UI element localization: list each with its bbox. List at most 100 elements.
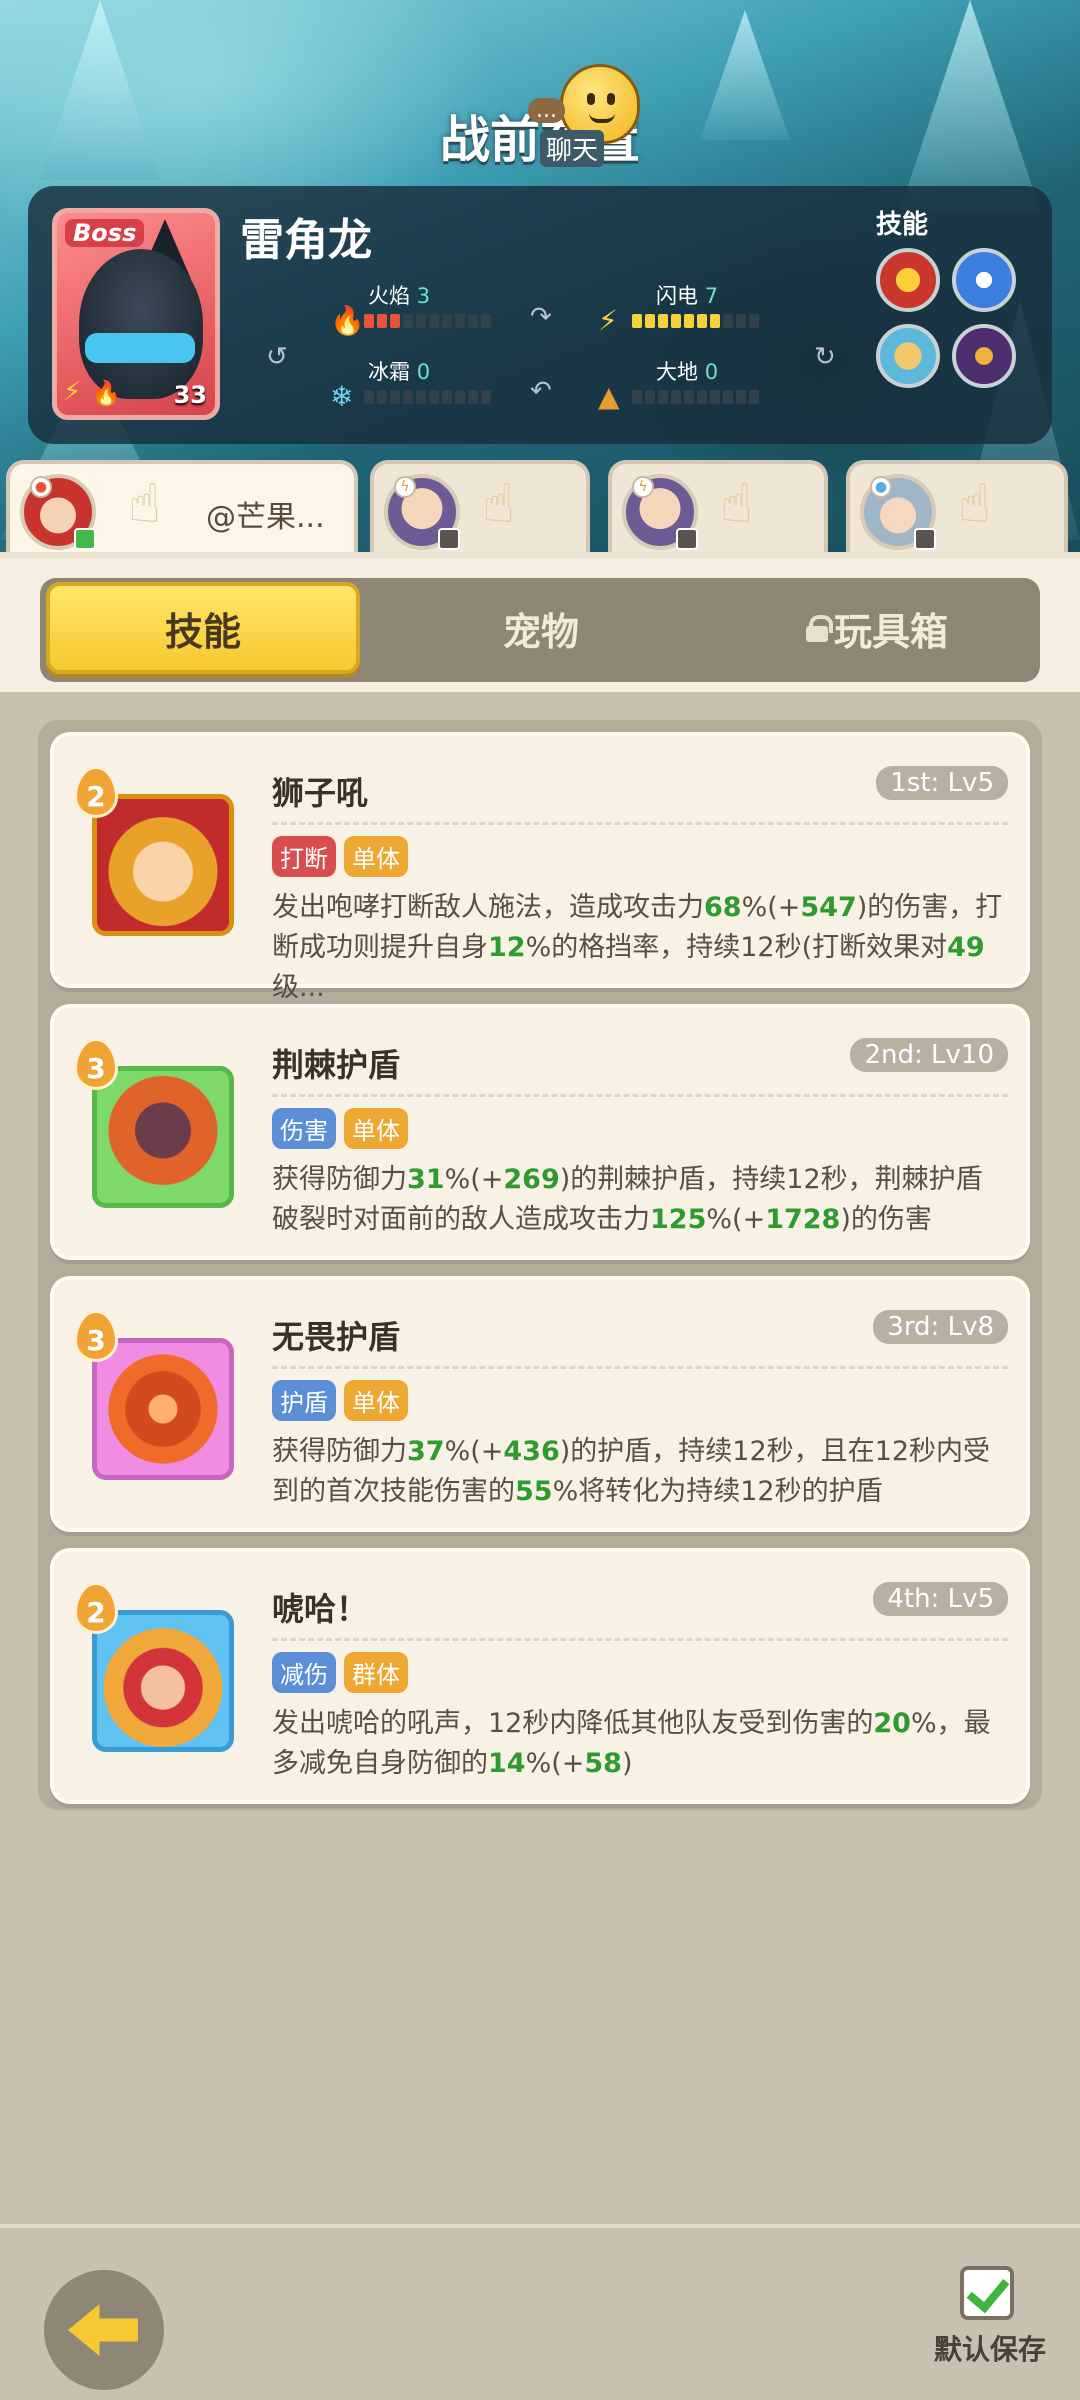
tab-pets[interactable]: 宠物: [384, 582, 698, 674]
back-button[interactable]: [44, 2270, 164, 2390]
skill-card[interactable]: 3 荆棘护盾 2nd: Lv10 伤害 单体 获得防御力31%(+269)的荆棘…: [50, 1004, 1030, 1260]
skill-text: %的格挡率，持续12秒(打断效果对: [525, 932, 948, 963]
boss-skill-shield-icon[interactable]: [876, 324, 940, 388]
stat-bar-segment: [723, 314, 733, 328]
stat-fire: 火焰 3 🔥: [330, 280, 530, 340]
stat-bar-segment: [416, 390, 426, 404]
skill-value-highlight: 49: [947, 932, 985, 963]
hero-detail-panel: 技能 宠物 玩具箱 2 狮子吼 1st: Lv5 打断 单体 发出咆哮打断敌人施…: [0, 552, 1080, 2224]
skill-text: %(+: [741, 892, 801, 923]
hero-tab-3[interactable]: ϟ ☝: [608, 460, 828, 554]
stat-bar-segment: [671, 390, 681, 404]
stat-bar-segment: [364, 314, 374, 328]
stat-lightning-bar: [632, 314, 759, 328]
lightning-icon: ⚡: [63, 377, 82, 407]
hero-tab-1[interactable]: ● ☝ @芒果...: [6, 460, 358, 554]
pointing-hand-icon: ☝: [958, 472, 991, 535]
boss-badge: Boss: [65, 219, 145, 247]
skill-text: %将转化为持续12秒的护盾: [552, 1476, 883, 1507]
skill-value-highlight: 547: [800, 892, 857, 923]
stat-bar-segment: [442, 314, 452, 328]
skill-card[interactable]: 2 狮子吼 1st: Lv5 打断 单体 发出咆哮打断敌人施法，造成攻击力68%…: [50, 732, 1030, 1003]
skill-text: %(+: [444, 1436, 504, 1467]
stat-bar-segment: [429, 314, 439, 328]
skill-value-highlight: 1728: [765, 1204, 841, 1235]
tab-toybox[interactable]: 玩具箱: [720, 582, 1034, 674]
stat-bar-segment: [749, 390, 759, 404]
skill-description: 发出唬哈的吼声，12秒内降低其他队友受到伤害的20%，最多减免自身防御的14%(…: [272, 1704, 1008, 1784]
skill-text: ): [621, 1748, 633, 1779]
stat-lightning: 闪电 7 ⚡: [598, 280, 798, 340]
skill-value-highlight: 14: [488, 1748, 526, 1779]
boss-skill-dark-icon[interactable]: [952, 324, 1016, 388]
stat-bar-segment: [468, 314, 478, 328]
stat-bar-segment: [710, 390, 720, 404]
stat-lightning-value: 7: [704, 284, 719, 308]
skill-value-highlight: 37: [407, 1436, 445, 1467]
hero-status-badge: [676, 528, 698, 550]
stat-bar-segment: [390, 390, 400, 404]
hero-status-badge: [74, 528, 96, 550]
skill-name: 荆棘护盾: [272, 1046, 401, 1084]
fire-element-icon: ●: [30, 476, 52, 498]
skill-description: 获得防御力31%(+269)的荆棘护盾，持续12秒，荆棘护盾破裂时对面前的敌人造…: [272, 1160, 1008, 1240]
stat-bar-segment: [390, 314, 400, 328]
skill-text: 获得防御力: [272, 1164, 407, 1195]
skill-text: 发出唬哈的吼声，12秒内降低其他队友受到伤害的: [272, 1708, 874, 1739]
skill-card[interactable]: 3 无畏护盾 3rd: Lv8 护盾 单体 获得防御力37%(+436)的护盾，…: [50, 1276, 1030, 1532]
skill-level-badge: 2: [74, 1582, 118, 1634]
tab-toybox-label: 玩具箱: [833, 609, 948, 654]
lock-icon: [805, 615, 833, 642]
chat-button-label[interactable]: 聊天: [540, 130, 605, 167]
skill-text: 获得防御力: [272, 1436, 407, 1467]
stat-earth: 大地 0 ▲: [598, 356, 798, 416]
mountain-icon: ▲: [598, 380, 620, 413]
fire-icon: 🔥: [330, 304, 365, 337]
bottom-bar: 默认保存: [0, 2224, 1080, 2400]
stat-bar-segment: [364, 390, 374, 404]
boss-skill-lightning-icon[interactable]: [952, 248, 1016, 312]
stat-bar-segment: [632, 314, 642, 328]
lightning-icon: ⚡: [598, 304, 618, 337]
stat-lightning-label: 闪电: [656, 284, 698, 308]
stat-bar-segment: [645, 314, 655, 328]
skill-value-highlight: 125: [650, 1204, 707, 1235]
skill-tag: 伤害: [272, 1108, 336, 1149]
stat-bar-segment: [684, 314, 694, 328]
skill-description: 获得防御力37%(+436)的护盾，持续12秒，且在12秒内受到的首次技能伤害的…: [272, 1432, 1008, 1512]
default-save-label: 默认保存: [934, 2333, 1047, 2366]
boss-name: 雷角龙: [240, 215, 372, 266]
hero-tab-2[interactable]: ϟ ☝: [370, 460, 590, 554]
hero-status-badge: [914, 528, 936, 550]
skill-rank: 2nd: Lv10: [850, 1038, 1008, 1072]
tab-skills[interactable]: 技能: [46, 582, 360, 674]
skill-text: )的伤害: [840, 1204, 932, 1235]
skill-text: %(+: [525, 1748, 585, 1779]
skill-tag: 单体: [344, 1380, 408, 1421]
skill-tag: 打断: [272, 836, 336, 877]
boss-portrait[interactable]: Boss ⚡ 🔥 33: [52, 208, 220, 420]
stat-bar-segment: [429, 390, 439, 404]
lightning-element-icon: ϟ: [632, 476, 654, 498]
stat-bar-segment: [377, 390, 387, 404]
skill-value-highlight: 58: [584, 1748, 622, 1779]
fire-icon: 🔥: [91, 379, 121, 407]
stat-ice-bar: [364, 390, 491, 404]
skill-text: 发出咆哮打断敌人施法，造成攻击力: [272, 892, 704, 923]
default-save-checkbox[interactable]: [960, 2266, 1014, 2320]
skill-value-highlight: 31: [407, 1164, 445, 1195]
stat-fire-label: 火焰: [368, 284, 410, 308]
skill-card[interactable]: 2 唬哈！ 4th: Lv5 减伤 群体 发出唬哈的吼声，12秒内降低其他队友受…: [50, 1548, 1030, 1804]
skill-text: %(+: [444, 1164, 504, 1195]
hero-tab-4[interactable]: ● ☝: [846, 460, 1068, 554]
lightning-element-icon: ϟ: [394, 476, 416, 498]
stat-bar-segment: [442, 390, 452, 404]
dinosaur-icon: [79, 249, 203, 399]
swap-arrow-icon: ↶: [530, 376, 552, 406]
boss-skill-fire-icon[interactable]: [876, 248, 940, 312]
skill-text: 级...: [272, 972, 325, 1003]
skill-name: 狮子吼: [272, 774, 369, 812]
stat-bar-segment: [671, 314, 681, 328]
stat-bar-segment: [403, 314, 413, 328]
skill-tag: 单体: [344, 1108, 408, 1149]
